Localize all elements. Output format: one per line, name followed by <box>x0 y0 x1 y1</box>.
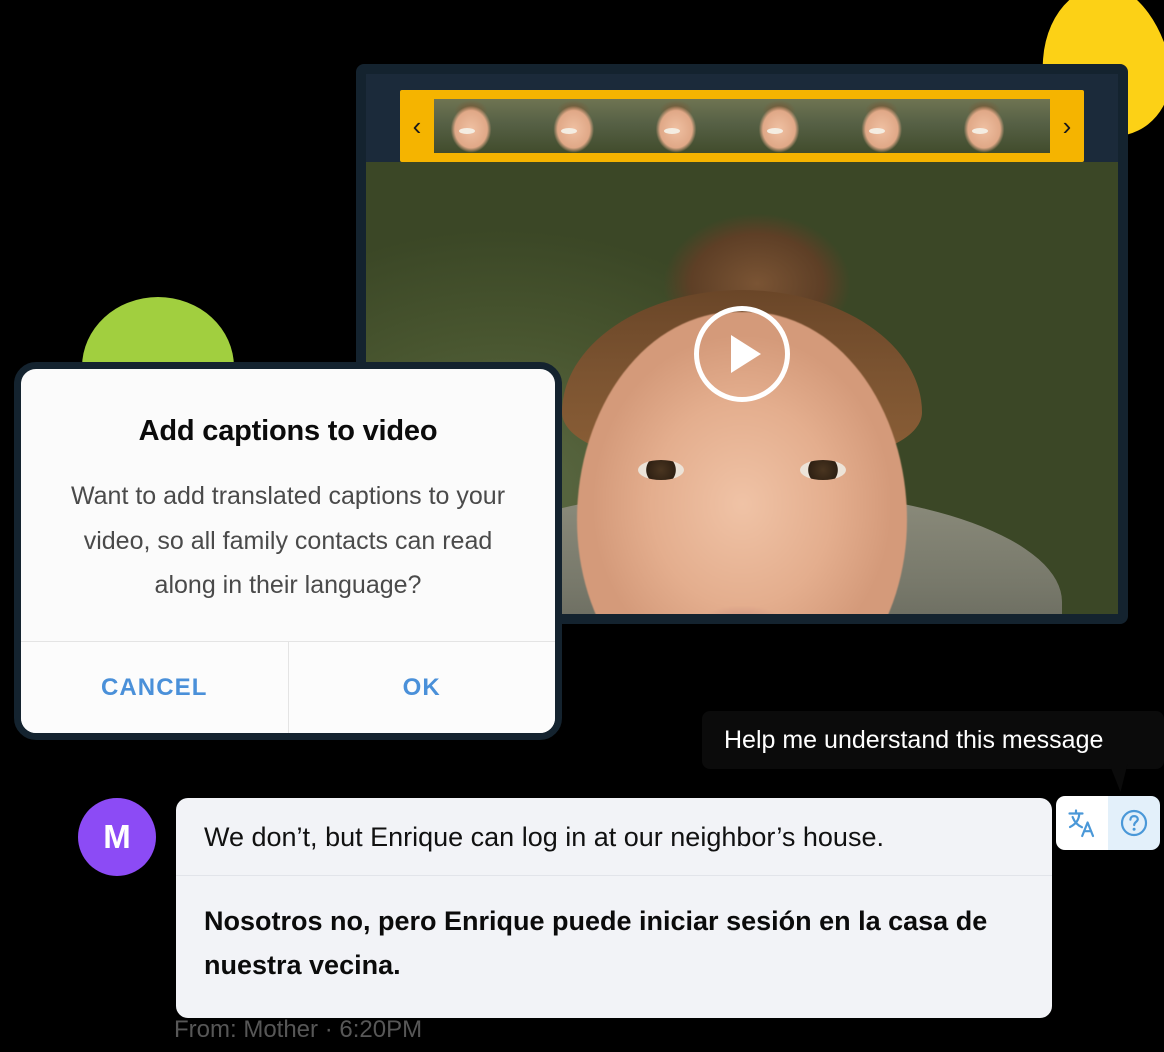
filmstrip-prev-icon[interactable]: ‹ <box>400 90 434 162</box>
help-circle-icon <box>1120 809 1148 837</box>
message-meta: From: Mother · 6:20PM <box>174 1016 423 1043</box>
dialog-title: Add captions to video <box>138 415 438 447</box>
play-button[interactable] <box>694 306 790 402</box>
add-captions-dialog: Add captions to video Want to add transl… <box>14 362 562 740</box>
message-actions-bar <box>1056 796 1160 850</box>
avatar: M <box>78 798 156 876</box>
dialog-message: Want to add translated captions to your … <box>70 482 506 599</box>
help-tooltip: Help me understand this message <box>702 711 1164 769</box>
filmstrip-thumbnail[interactable] <box>639 99 743 153</box>
filmstrip-thumbnail[interactable] <box>844 99 948 153</box>
message-bubble[interactable]: We don’t, but Enrique can log in at our … <box>176 798 1052 1018</box>
tooltip-label: Help me understand this message <box>724 725 1104 754</box>
translate-icon <box>1068 809 1095 838</box>
filmstrip-thumbnail[interactable] <box>742 99 845 153</box>
cancel-button[interactable]: CANCEL <box>21 642 288 733</box>
dialog-body: Add captions to video Want to add transl… <box>21 369 555 632</box>
filmstrip-scrubber[interactable]: ‹ › <box>400 90 1084 162</box>
filmstrip-frames[interactable] <box>434 99 1050 153</box>
play-icon <box>731 335 761 373</box>
filmstrip-thumbnail[interactable] <box>947 99 1050 153</box>
subject-eye-left <box>638 460 684 480</box>
message-original-text: We don’t, but Enrique can log in at our … <box>176 798 1052 877</box>
filmstrip-next-icon[interactable]: › <box>1050 90 1084 162</box>
message-translated-text: Nosotros no, pero Enrique puede iniciar … <box>204 906 988 980</box>
ok-button[interactable]: OK <box>287 642 555 733</box>
subject-eye-right <box>800 460 846 480</box>
help-button[interactable] <box>1108 796 1160 850</box>
avatar-initial: M <box>103 818 131 855</box>
translate-button[interactable] <box>1056 796 1108 850</box>
filmstrip-thumbnail[interactable] <box>536 99 640 153</box>
screen-root: ‹ › Add captions to video Want to add tr… <box>0 0 1164 1052</box>
filmstrip-thumbnail[interactable] <box>434 99 537 153</box>
dialog-actions: CANCEL OK <box>21 641 555 733</box>
